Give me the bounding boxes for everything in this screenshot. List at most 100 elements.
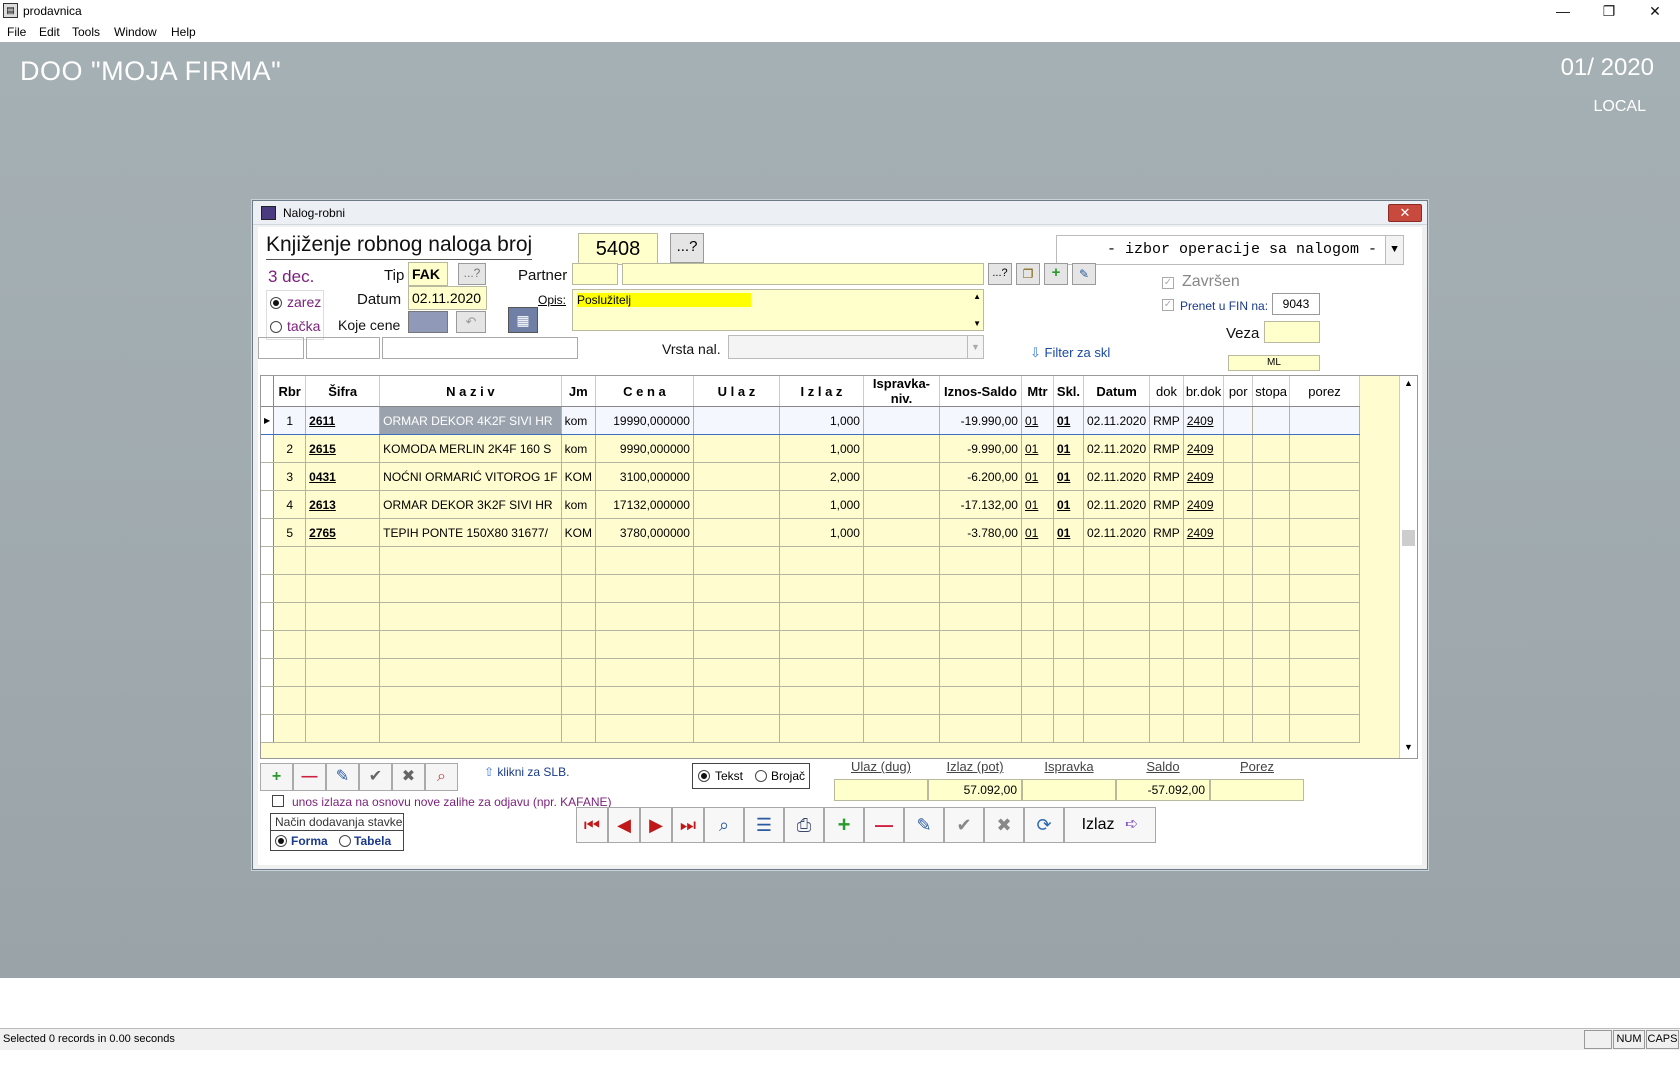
- folders-icon[interactable]: ❐: [1016, 263, 1040, 285]
- grid-cell-por[interactable]: [1223, 490, 1254, 519]
- scroll-down-icon[interactable]: ▼: [1404, 742, 1413, 752]
- grid-cell-sifra[interactable]: 2613: [305, 490, 381, 519]
- grid-cell-rbr[interactable]: 2: [273, 434, 307, 463]
- grid-cell-mtr[interactable]: [1021, 546, 1054, 575]
- grid-cell-jm[interactable]: [561, 658, 596, 687]
- grid-cell-brdok[interactable]: 2409: [1183, 434, 1225, 463]
- grid-cell-jm[interactable]: [561, 574, 596, 603]
- grid-cell-por[interactable]: [1223, 434, 1254, 463]
- grid-cell-rbr[interactable]: 4: [273, 490, 307, 519]
- restore-button[interactable]: ❐: [1586, 0, 1632, 22]
- col-header-ispravka[interactable]: Ispravka-niv.: [863, 376, 940, 407]
- menu-tools[interactable]: Tools: [72, 25, 100, 39]
- grid-cell-stopa[interactable]: [1252, 630, 1291, 659]
- prenet-field[interactable]: 9043: [1272, 293, 1320, 315]
- brojac-radio[interactable]: [755, 770, 767, 782]
- grid-cell-sifra[interactable]: [305, 574, 381, 603]
- grid-cell-sifra[interactable]: [305, 658, 381, 687]
- grid-cell-cena[interactable]: [595, 630, 694, 659]
- grid-cell-brdok[interactable]: 2409: [1183, 462, 1225, 491]
- next-record-icon[interactable]: ▶: [640, 807, 672, 843]
- grid-cell-cena[interactable]: 19990,000000: [595, 406, 694, 435]
- row-indicator[interactable]: [261, 574, 275, 603]
- grid-cell-porez[interactable]: [1289, 630, 1361, 659]
- grid-cell-ispravka[interactable]: [863, 546, 940, 575]
- row-indicator[interactable]: [261, 658, 275, 687]
- grid-cell-naziv[interactable]: NOĆNI ORMARIĆ VITOROG 1F: [379, 462, 562, 491]
- grid-cell-dok[interactable]: RMP: [1149, 434, 1184, 463]
- empty-row[interactable]: [261, 574, 1361, 603]
- grid-cell-izlaz[interactable]: 1,000: [779, 406, 864, 435]
- grid-cell-iznos[interactable]: [939, 714, 1022, 743]
- grid-cell-datum[interactable]: 02.11.2020: [1083, 434, 1151, 463]
- grid-cell-jm[interactable]: kom: [561, 490, 596, 519]
- remove-item-icon[interactable]: —: [293, 763, 326, 791]
- grid-cell-skl[interactable]: [1053, 658, 1084, 687]
- grid-cell-naziv[interactable]: [379, 714, 562, 743]
- add-item-icon[interactable]: +: [260, 763, 293, 791]
- doc-number-field[interactable]: 5408: [578, 233, 658, 265]
- grid-cell-ispravka[interactable]: [863, 630, 940, 659]
- col-header-stopa[interactable]: stopa: [1252, 376, 1291, 407]
- empty-row[interactable]: [261, 686, 1361, 715]
- save-record-icon[interactable]: ✔: [944, 807, 984, 843]
- grid-cell-izlaz[interactable]: [779, 546, 864, 575]
- grid-cell-mtr[interactable]: 01: [1021, 434, 1054, 463]
- col-header-por[interactable]: por: [1223, 376, 1254, 407]
- grid-cell-ulaz[interactable]: [693, 602, 780, 631]
- grid-cell-dok[interactable]: [1149, 546, 1184, 575]
- grid-cell-por[interactable]: [1223, 574, 1254, 603]
- grid-cell-rbr[interactable]: [273, 686, 307, 715]
- grid-cell-naziv[interactable]: TEPIH PONTE 150X80 31677/: [379, 518, 562, 547]
- list-view-icon[interactable]: ☰: [744, 807, 784, 843]
- grid-cell-sifra[interactable]: 0431: [305, 462, 381, 491]
- veza-field[interactable]: [1264, 321, 1320, 343]
- grid-cell-brdok[interactable]: [1183, 714, 1225, 743]
- grid-cell-sifra[interactable]: [305, 714, 381, 743]
- grid-cell-sifra[interactable]: [305, 602, 381, 631]
- grid-cell-jm[interactable]: [561, 602, 596, 631]
- search-item-icon[interactable]: ⌕: [425, 763, 458, 791]
- scroll-down-icon[interactable]: ▼: [973, 319, 981, 328]
- zarez-radio[interactable]: [270, 297, 282, 309]
- grid-cell-brdok[interactable]: [1183, 574, 1225, 603]
- grid-cell-skl[interactable]: [1053, 630, 1084, 659]
- grid-cell-mtr[interactable]: [1021, 714, 1054, 743]
- grid-cell-stopa[interactable]: [1252, 714, 1291, 743]
- grid-cell-sifra[interactable]: [305, 546, 381, 575]
- forma-radio[interactable]: [275, 835, 287, 847]
- grid-cell-ulaz[interactable]: [693, 574, 780, 603]
- grid-cell-ispravka[interactable]: [863, 658, 940, 687]
- tip-field[interactable]: FAK: [408, 262, 448, 286]
- grid-cell-brdok[interactable]: [1183, 546, 1225, 575]
- row-indicator[interactable]: [261, 518, 275, 547]
- grid-cell-dok[interactable]: RMP: [1149, 462, 1184, 491]
- grid-cell-brdok[interactable]: 2409: [1183, 406, 1225, 435]
- grid-cell-ispravka[interactable]: [863, 574, 940, 603]
- cash-register-icon[interactable]: ▦: [508, 307, 538, 333]
- grid-cell-stopa[interactable]: [1252, 574, 1291, 603]
- cancel-record-icon[interactable]: ✖: [984, 807, 1024, 843]
- grid-cell-ulaz[interactable]: [693, 490, 780, 519]
- grid-cell-mtr[interactable]: [1021, 630, 1054, 659]
- grid-cell-datum[interactable]: [1083, 574, 1151, 603]
- grid-cell-iznos[interactable]: [939, 630, 1022, 659]
- row-indicator[interactable]: [261, 686, 275, 715]
- col-header-porez[interactable]: porez: [1289, 376, 1361, 407]
- ml-field[interactable]: ML: [1228, 355, 1320, 371]
- tacka-radio[interactable]: [270, 321, 282, 333]
- grid-cell-cena[interactable]: [595, 574, 694, 603]
- grid-cell-izlaz[interactable]: 1,000: [779, 490, 864, 519]
- undo-icon[interactable]: ↶: [456, 311, 486, 333]
- filter-field-2[interactable]: [306, 337, 380, 359]
- grid-cell-datum[interactable]: [1083, 546, 1151, 575]
- grid-cell-ulaz[interactable]: [693, 462, 780, 491]
- grid-cell-stopa[interactable]: [1252, 518, 1291, 547]
- grid-cell-iznos[interactable]: [939, 658, 1022, 687]
- grid-cell-jm[interactable]: [561, 714, 596, 743]
- grid-cell-rbr[interactable]: 3: [273, 462, 307, 491]
- empty-row[interactable]: [261, 630, 1361, 659]
- grid-cell-iznos[interactable]: -19.990,00: [939, 406, 1022, 435]
- grid-cell-izlaz[interactable]: [779, 574, 864, 603]
- first-record-icon[interactable]: ⏮: [576, 807, 608, 843]
